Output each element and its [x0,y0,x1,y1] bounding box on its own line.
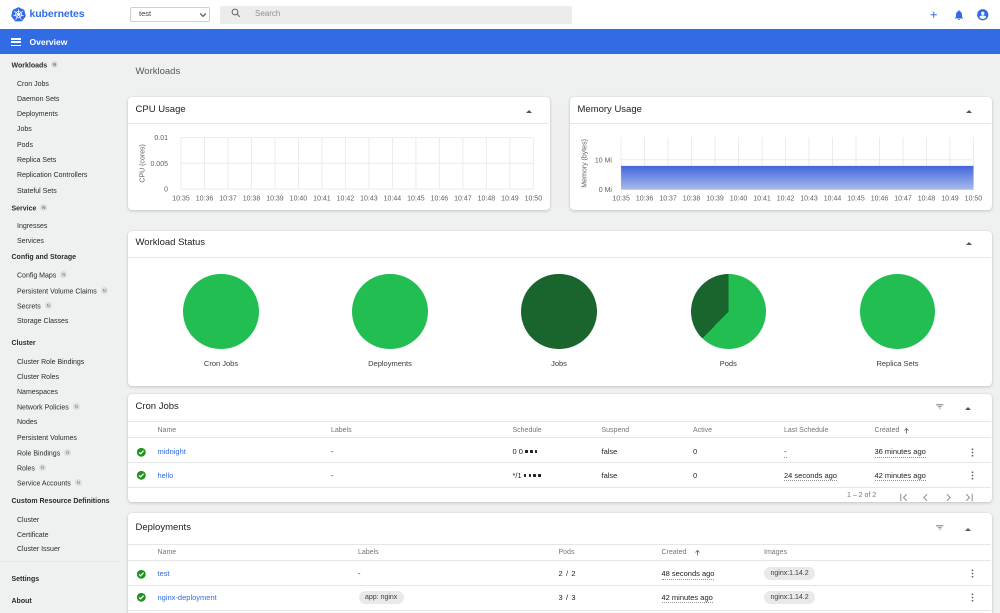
svg-text:10:48: 10:48 [917,195,935,202]
svg-text:10:50: 10:50 [524,195,542,202]
svg-text:10:49: 10:49 [501,195,519,202]
svg-text:10:37: 10:37 [219,195,237,202]
svg-text:10:38: 10:38 [682,195,700,202]
svg-text:10:35: 10:35 [172,195,190,202]
svg-text:10 Mi: 10 Mi [594,157,612,164]
svg-text:10:40: 10:40 [289,195,307,202]
svg-text:10:49: 10:49 [941,195,959,202]
svg-text:10:38: 10:38 [242,195,260,202]
svg-text:10:43: 10:43 [800,195,818,202]
svg-text:10:45: 10:45 [847,195,865,202]
svg-text:10:44: 10:44 [383,195,401,202]
svg-text:0: 0 [164,186,168,193]
svg-text:10:47: 10:47 [454,195,472,202]
svg-text:10:35: 10:35 [612,195,630,202]
svg-text:10:50: 10:50 [964,195,982,202]
svg-text:10:36: 10:36 [195,195,213,202]
svg-text:10:36: 10:36 [635,195,653,202]
svg-text:CPU (cores): CPU (cores) [139,144,146,183]
svg-text:10:45: 10:45 [407,195,425,202]
svg-text:0 Mi: 0 Mi [598,187,612,194]
svg-text:10:42: 10:42 [776,195,794,202]
svg-text:10:46: 10:46 [870,195,888,202]
svg-text:10:37: 10:37 [659,195,677,202]
svg-text:10:41: 10:41 [313,195,331,202]
svg-text:10:44: 10:44 [823,195,841,202]
svg-text:10:40: 10:40 [729,195,747,202]
svg-text:10:48: 10:48 [477,195,495,202]
svg-text:10:46: 10:46 [430,195,448,202]
svg-text:10:39: 10:39 [706,195,724,202]
svg-text:10:47: 10:47 [894,195,912,202]
svg-text:10:42: 10:42 [336,195,354,202]
svg-text:0.01: 0.01 [154,135,168,142]
svg-text:Memory (bytes): Memory (bytes) [581,139,588,188]
svg-text:10:39: 10:39 [266,195,284,202]
svg-text:0.005: 0.005 [150,161,168,168]
svg-text:10:41: 10:41 [753,195,771,202]
svg-text:10:43: 10:43 [360,195,378,202]
